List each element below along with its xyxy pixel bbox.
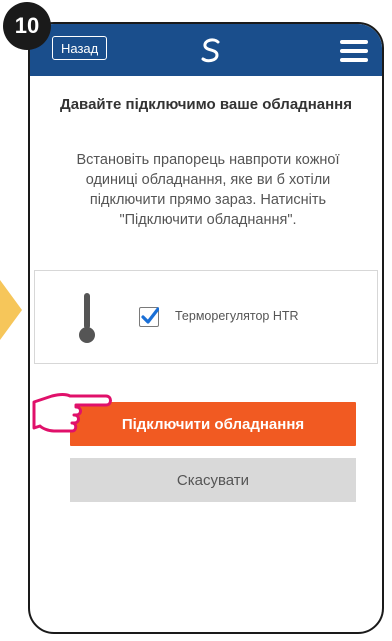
back-button[interactable]: Назад [52,36,108,60]
phone-frame: Назад Давайте підключимо ваше обладнання… [28,22,384,634]
step-badge: 10 [3,2,51,50]
salus-logo-icon[interactable] [196,35,226,65]
connect-devices-button[interactable]: Підключити обладнання [70,402,356,446]
cancel-button[interactable]: Скасувати [70,458,356,502]
header-bar: Назад [30,24,382,76]
device-checkbox[interactable] [139,307,159,327]
page-title: Давайте підключимо ваше обладнання [60,96,352,113]
thermometer-icon [79,293,95,343]
pointing-hand-icon [32,393,112,433]
pointer-arrow-icon [0,280,22,340]
instructions-text: Встановіть прапорець навпроти кожної оди… [76,152,340,228]
checkmark-icon [141,307,159,324]
hamburger-menu-icon[interactable] [340,40,368,62]
device-list-item: Терморегулятор HTR [34,270,378,364]
device-label: Терморегулятор HTR [175,309,299,323]
